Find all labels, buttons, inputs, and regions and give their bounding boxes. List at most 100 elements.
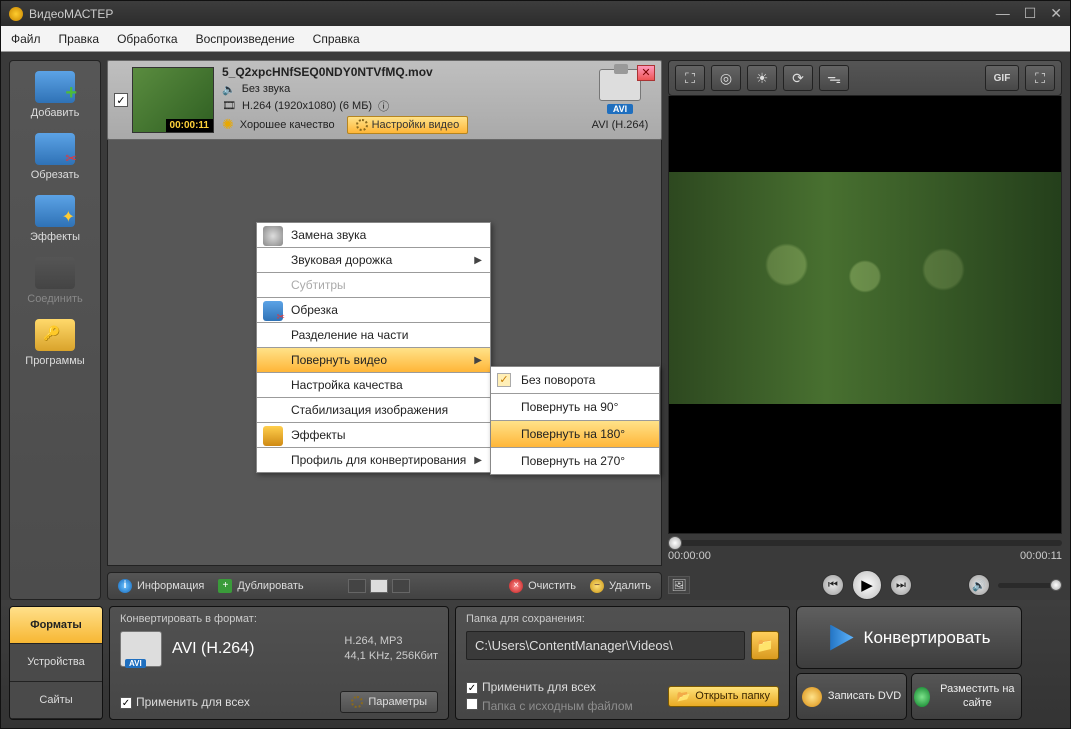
menu-edit[interactable]: Правка: [59, 32, 100, 46]
convert-button[interactable]: Конвертировать: [796, 606, 1022, 669]
app-icon: [9, 7, 23, 21]
ctx-fx-label: Эффекты: [291, 428, 346, 442]
fullscreen-button[interactable]: ⛶: [1025, 65, 1055, 91]
folder-apply-checkbox[interactable]: ✓: [466, 682, 478, 694]
info-small-icon[interactable]: ⓘ: [378, 98, 389, 114]
open-folder-label: Открыть папку: [695, 690, 770, 702]
folder-src-checkbox[interactable]: [466, 698, 478, 710]
tab-devices[interactable]: Устройства: [10, 644, 102, 681]
clear-button[interactable]: ×Очистить: [509, 579, 576, 593]
view-toggle[interactable]: [348, 579, 410, 593]
next-button[interactable]: ⏭: [890, 574, 912, 596]
snapshot-button[interactable]: 🖼: [668, 576, 690, 594]
rotate-none[interactable]: ✓Без поворота: [491, 367, 659, 394]
seek-knob[interactable]: [668, 536, 682, 550]
ctx-track-label: Звуковая дорожка: [291, 253, 392, 267]
rotate-270[interactable]: Повернуть на 270°: [491, 448, 659, 474]
scissors-icon: [35, 133, 75, 165]
context-menu: Замена звука Звуковая дорожка▶ Субтитры …: [256, 222, 491, 473]
format-panel: Конвертировать в формат: AVI AVI (H.264)…: [109, 606, 449, 720]
save-path-input[interactable]: C:\Users\ContentManager\Videos\: [466, 631, 745, 660]
maximize-icon[interactable]: ☐: [1024, 5, 1037, 22]
speed-tool-button[interactable]: ᯓ: [819, 65, 849, 91]
sun-icon: ✺: [222, 116, 234, 133]
sidebar-programs[interactable]: Программы: [15, 315, 95, 373]
ctx-swap-audio[interactable]: Замена звука: [257, 223, 490, 248]
ctx-quality[interactable]: Настройка качества: [257, 373, 490, 398]
delete-button[interactable]: −Удалить: [590, 579, 651, 593]
duplicate-button[interactable]: +Дублировать: [218, 579, 303, 593]
menu-process[interactable]: Обработка: [117, 32, 178, 46]
file-item[interactable]: ✓ 00:00:11 5_Q2xpcHNfSEQ0NDY0NTVfMQ.mov …: [107, 60, 662, 140]
browse-folder-button[interactable]: 📁: [751, 631, 779, 660]
sidebar-cut[interactable]: Обрезать: [15, 129, 95, 187]
ctx-subs-label: Субтитры: [291, 278, 346, 292]
view-switch-icon[interactable]: [370, 579, 388, 593]
gif-button[interactable]: GIF: [985, 65, 1019, 91]
sidebar-effects[interactable]: Эффекты: [15, 191, 95, 249]
view-list-icon[interactable]: [348, 579, 366, 593]
chevron-right-icon: ▶: [474, 355, 482, 366]
format-apply-all[interactable]: ✓Применить для всех: [120, 695, 250, 710]
file-checkbox[interactable]: ✓: [114, 93, 128, 107]
rotate-90[interactable]: Повернуть на 90°: [491, 394, 659, 421]
view-grid-icon[interactable]: [392, 579, 410, 593]
target-badge: AVI: [607, 104, 633, 114]
volume-button[interactable]: 🔊: [968, 574, 990, 596]
seek-bar[interactable]: [668, 540, 1062, 546]
minimize-icon[interactable]: —: [996, 5, 1010, 22]
clear-icon: ×: [509, 579, 523, 593]
ctx-stab-label: Стабилизация изображения: [291, 403, 448, 417]
tab-sites[interactable]: Сайты: [10, 682, 102, 719]
video-settings-button[interactable]: Настройки видео: [347, 116, 469, 134]
sidebar-add[interactable]: Добавить: [15, 67, 95, 125]
menubar: Файл Правка Обработка Воспроизведение Сп…: [1, 26, 1070, 52]
apply-checkbox[interactable]: ✓: [120, 697, 132, 709]
menu-playback[interactable]: Воспроизведение: [196, 32, 295, 46]
ctx-crop-label: Обрезка: [291, 303, 338, 317]
burn-dvd-button[interactable]: Записать DVD: [796, 673, 907, 720]
menu-file[interactable]: Файл: [11, 32, 41, 46]
ctx-crop[interactable]: Обрезка: [257, 298, 490, 323]
crop-icon: [263, 301, 283, 321]
remove-file-button[interactable]: ✕: [637, 65, 655, 81]
prev-button[interactable]: ⏮: [822, 574, 844, 596]
ctx-effects[interactable]: Эффекты: [257, 423, 490, 448]
contrast-tool-button[interactable]: ☀: [747, 65, 777, 91]
crop-tool-button[interactable]: ⛶: [675, 65, 705, 91]
open-folder-button[interactable]: 📂 Открыть папку: [668, 686, 779, 707]
site-label: Разместить на сайте: [936, 683, 1019, 709]
ctx-split[interactable]: Разделение на части: [257, 323, 490, 348]
info-button[interactable]: iИнформация: [118, 579, 204, 593]
tab-formats[interactable]: Форматы: [10, 607, 102, 644]
params-button[interactable]: Параметры: [340, 691, 438, 713]
volume-knob[interactable]: [1050, 579, 1062, 591]
params-label: Параметры: [368, 696, 427, 708]
publish-site-button[interactable]: Разместить на сайте: [911, 673, 1022, 720]
volume-bar[interactable]: [998, 583, 1062, 588]
sidebar-add-label: Добавить: [31, 107, 80, 119]
ctx-profile[interactable]: Профиль для конвертирования▶: [257, 448, 490, 472]
file-meta: 5_Q2xpcHNfSEQ0NDY0NTVfMQ.mov 🔈Без звука …: [222, 65, 585, 136]
brightness-tool-button[interactable]: ◎: [711, 65, 741, 91]
gear-icon: [351, 696, 363, 708]
folder-apply-all[interactable]: ✓Применить для всех: [466, 680, 633, 695]
convert-icon: [828, 625, 854, 651]
close-icon[interactable]: ✕: [1050, 5, 1062, 22]
disc-icon: [802, 687, 822, 707]
format-selector[interactable]: AVI AVI (H.264) H.264, MP344,1 KHz, 256К…: [120, 631, 438, 667]
delete-icon: −: [590, 579, 604, 593]
folder-source[interactable]: Папка с исходным файлом: [466, 698, 633, 713]
rotate-180[interactable]: Повернуть на 180°: [491, 421, 659, 448]
ctx-rotate[interactable]: Повернуть видео▶: [257, 348, 490, 373]
swap-audio-icon: [263, 226, 283, 246]
ctx-stabilize[interactable]: Стабилизация изображения: [257, 398, 490, 423]
ctx-split-label: Разделение на части: [291, 328, 408, 342]
play-button[interactable]: ▶: [852, 570, 882, 600]
rotate-tool-button[interactable]: ⟳: [783, 65, 813, 91]
ctx-audio-track[interactable]: Звуковая дорожка▶: [257, 248, 490, 273]
menu-help[interactable]: Справка: [313, 32, 360, 46]
ctx-swap-label: Замена звука: [291, 228, 366, 242]
info-label: Информация: [137, 580, 204, 592]
sidebar-join: Соединить: [15, 253, 95, 311]
